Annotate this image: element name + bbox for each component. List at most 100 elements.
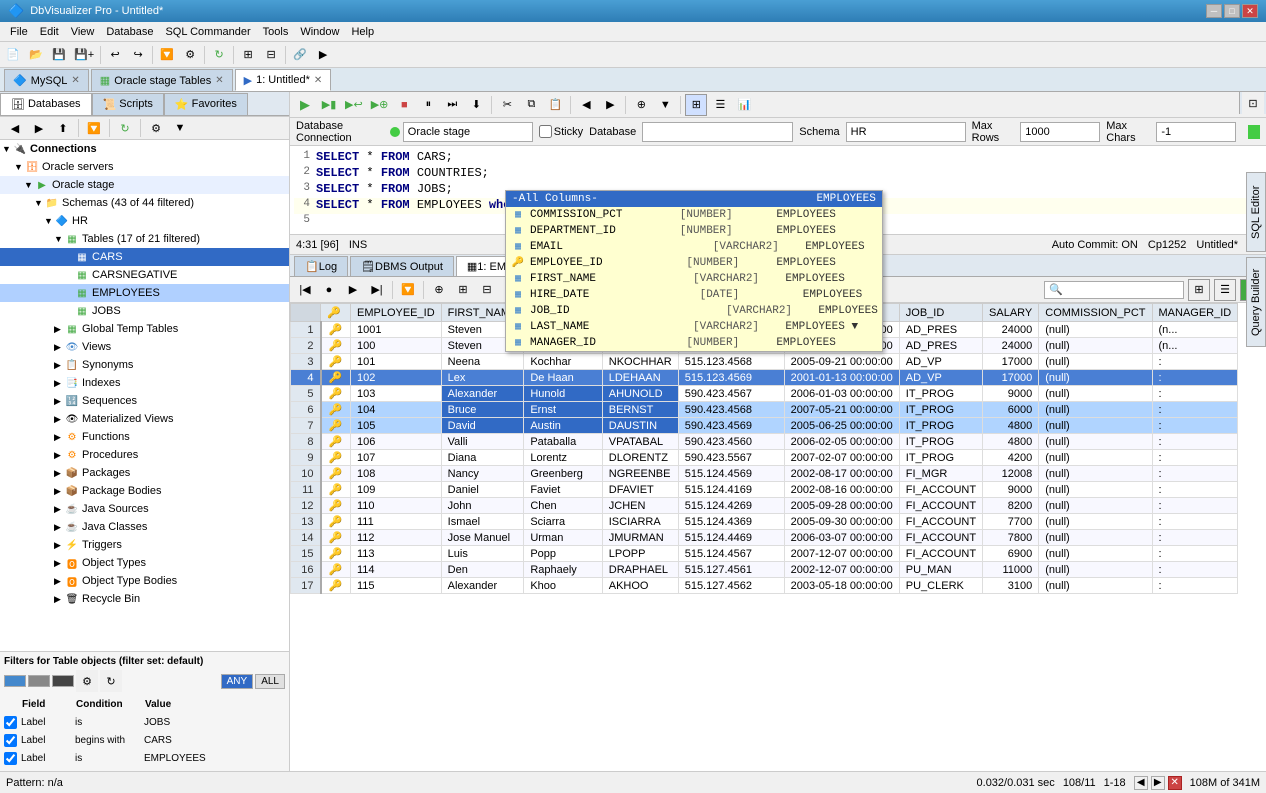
copy-row-btn[interactable]: ⊞ [452,279,474,301]
refresh-btn[interactable]: ↻ [208,44,230,66]
connections-header[interactable]: ▼ 🔌 Connections [0,140,289,158]
sql-editor[interactable]: 1 SELECT * FROM CARS; 2 SELECT * FROM CO… [290,146,1266,235]
run-step-btn[interactable]: ▶⊕ [368,94,392,116]
java-classes-item[interactable]: ▶ ☕ Java Classes [0,518,289,536]
tab-untitled[interactable]: ▶ 1: Untitled* ✕ [235,69,332,91]
menu-sql-commander[interactable]: SQL Commander [159,24,256,40]
table-row[interactable]: 9 🔑 107 Diana Lorentz DLORENTZ 590.423.5… [291,450,1238,466]
tab-oracle-tables[interactable]: ▦ Oracle stage Tables ✕ [91,69,233,91]
menu-view[interactable]: View [65,24,101,40]
nav-prev-btn[interactable]: ● [318,279,340,301]
nav-next-btn[interactable]: ▶ [342,279,364,301]
copy-btn[interactable]: ⧉ [520,94,542,116]
table-row[interactable]: 8 🔑 106 Valli Pataballa VPATABAL 590.423… [291,434,1238,450]
filter-res-btn[interactable]: 🔽 [397,279,419,301]
new-btn[interactable]: 📄 [2,44,24,66]
synonyms-item[interactable]: ▶ 📋 Synonyms [0,356,289,374]
ac-item-dept[interactable]: ▦ DEPARTMENT_ID [NUMBER] EMPLOYEES [506,223,882,239]
filter-dark-btn[interactable] [52,675,74,687]
sequences-item[interactable]: ▶ 🔢 Sequences [0,392,289,410]
insert-row-btn[interactable]: ⊕ [428,279,450,301]
script-btn[interactable]: ▶ [312,44,334,66]
nav-first-btn[interactable]: |◀ [294,279,316,301]
filter-refresh-btn[interactable]: ↻ [100,670,122,692]
col-manager[interactable]: MANAGER_ID [1152,304,1238,322]
filter-cb-1[interactable] [4,716,17,729]
procedures-item[interactable]: ▶ ⚙ Procedures [0,446,289,464]
table-row[interactable]: 17 🔑 115 Alexander Khoo AKHOO 515.127.45… [291,578,1238,594]
redo-btn[interactable]: ↪ [127,44,149,66]
ac-item-jobid[interactable]: ▦ JOB_ID [VARCHAR2] EMPLOYEES [506,303,882,319]
list-view-btn[interactable]: ☰ [709,94,731,116]
step-btn[interactable]: ⏭ [441,94,463,116]
chart-btn[interactable]: 📊 [733,94,755,116]
run-btn[interactable]: ▶ [294,94,316,116]
table-row[interactable]: 14 🔑 112 Jose Manuel Urman JMURMAN 515.1… [291,530,1238,546]
filter-cb-3[interactable] [4,752,17,765]
dbms-output-tab[interactable]: 🗒 DBMS Output [350,256,454,276]
menu-file[interactable]: File [4,24,34,40]
favorites-tab[interactable]: ⭐ Favorites [164,93,248,115]
table-row[interactable]: 4 🔑 102 Lex De Haan LDEHAAN 515.123.4569… [291,370,1238,386]
ac-item-lastname[interactable]: ▦ LAST_NAME [VARCHAR2] EMPLOYEES ▼ [506,319,882,335]
save-btn[interactable]: 💾 [48,44,70,66]
tree-forward-btn[interactable]: ▶ [28,117,50,139]
col-salary[interactable]: SALARY [983,304,1039,322]
query-builder-side-tab[interactable]: Query Builder [1246,257,1266,347]
status-icon2[interactable]: ▶ [1151,776,1165,790]
menu-help[interactable]: Help [345,24,380,40]
hr-item[interactable]: ▼ 🔷 HR [0,212,289,230]
menu-edit[interactable]: Edit [34,24,65,40]
tab-mysql[interactable]: 🔷 MySQL ✕ [4,69,89,91]
oracle-stage-item[interactable]: ▼ ▶ Oracle stage [0,176,289,194]
all-btn[interactable]: ALL [255,674,285,689]
object-type-bodies-item[interactable]: ▶ 🅾 Object Type Bodies [0,572,289,590]
ac-item-commission[interactable]: ▦ COMMISSION_PCT [NUMBER] EMPLOYEES [506,207,882,223]
schemas-item[interactable]: ▼ 📁 Schemas (43 of 44 filtered) [0,194,289,212]
any-btn[interactable]: ANY [221,674,254,689]
col-chooser-btn[interactable]: ⊞ [1188,279,1210,301]
filter-color-btn[interactable] [4,675,26,687]
ac-item-hiredate[interactable]: ▦ HIRE_DATE [DATE] EMPLOYEES [506,287,882,303]
ac-item-firstname[interactable]: ▦ FIRST_NAME [VARCHAR2] EMPLOYEES [506,271,882,287]
tree-refresh-btn[interactable]: ↻ [114,117,136,139]
row-numbers-btn[interactable]: ☰ [1214,279,1236,301]
ac-item-email[interactable]: ▦ EMAIL [VARCHAR2] EMPLOYEES [506,239,882,255]
maximize-btn[interactable]: □ [1224,4,1240,18]
ac-item-managerid[interactable]: ▦ MANAGER_ID [NUMBER] EMPLOYEES [506,335,882,351]
java-sources-item[interactable]: ▶ ☕ Java Sources [0,500,289,518]
max-chars-input[interactable] [1156,122,1236,142]
table-btn[interactable]: ⊟ [260,44,282,66]
table-row[interactable]: 12 🔑 110 John Chen JCHEN 515.124.4269 20… [291,498,1238,514]
nav-last-btn[interactable]: ▶| [366,279,388,301]
scripts-tab[interactable]: 📜 Scripts [92,93,164,115]
save-all-btn[interactable]: 💾+ [71,44,97,66]
employees-item[interactable]: ▦ EMPLOYEES [0,284,289,302]
triggers-item[interactable]: ▶ ⚡ Triggers [0,536,289,554]
col-employee-id[interactable]: EMPLOYEE_ID [351,304,442,322]
schema-dropdown[interactable]: HR [846,122,966,142]
filter-grey-btn[interactable] [28,675,50,687]
tables-item[interactable]: ▼ ▦ Tables (17 of 21 filtered) [0,230,289,248]
table-row[interactable]: 5 🔑 103 Alexander Hunold AHUNOLD 590.423… [291,386,1238,402]
cut-btn[interactable]: ✂ [496,94,518,116]
carsneg-item[interactable]: ▦ CARSNEGATIVE [0,266,289,284]
close-btn[interactable]: ✕ [1242,4,1258,18]
undo-btn[interactable]: ↩ [104,44,126,66]
col-commission[interactable]: COMMISSION_PCT [1039,304,1152,322]
run-last-btn[interactable]: ▶↩ [342,94,366,116]
pause-btn[interactable]: ⏸ [417,94,439,116]
connect-btn[interactable]: 🔗 [289,44,311,66]
filter-btn[interactable]: 🔽 [156,44,178,66]
table-row[interactable]: 7 🔑 105 David Austin DAUSTIN 590.423.456… [291,418,1238,434]
next-btn[interactable]: ▶ [599,94,621,116]
mat-views-item[interactable]: ▶ 👁 Materialized Views [0,410,289,428]
log-tab[interactable]: 📋 Log [294,256,348,276]
functions-item[interactable]: ▶ ⚙ Functions [0,428,289,446]
sticky-checkbox[interactable] [539,125,552,138]
col-job-id[interactable]: JOB_ID [899,304,982,322]
ac-item-empid[interactable]: 🔑 EMPLOYEE_ID [NUMBER] EMPLOYEES [506,255,882,271]
table-row[interactable]: 6 🔑 104 Bruce Ernst BERNST 590.423.4568 … [291,402,1238,418]
status-icon3[interactable]: ✕ [1168,776,1182,790]
expand-result-btn[interactable]: ⊡ [1242,92,1264,114]
